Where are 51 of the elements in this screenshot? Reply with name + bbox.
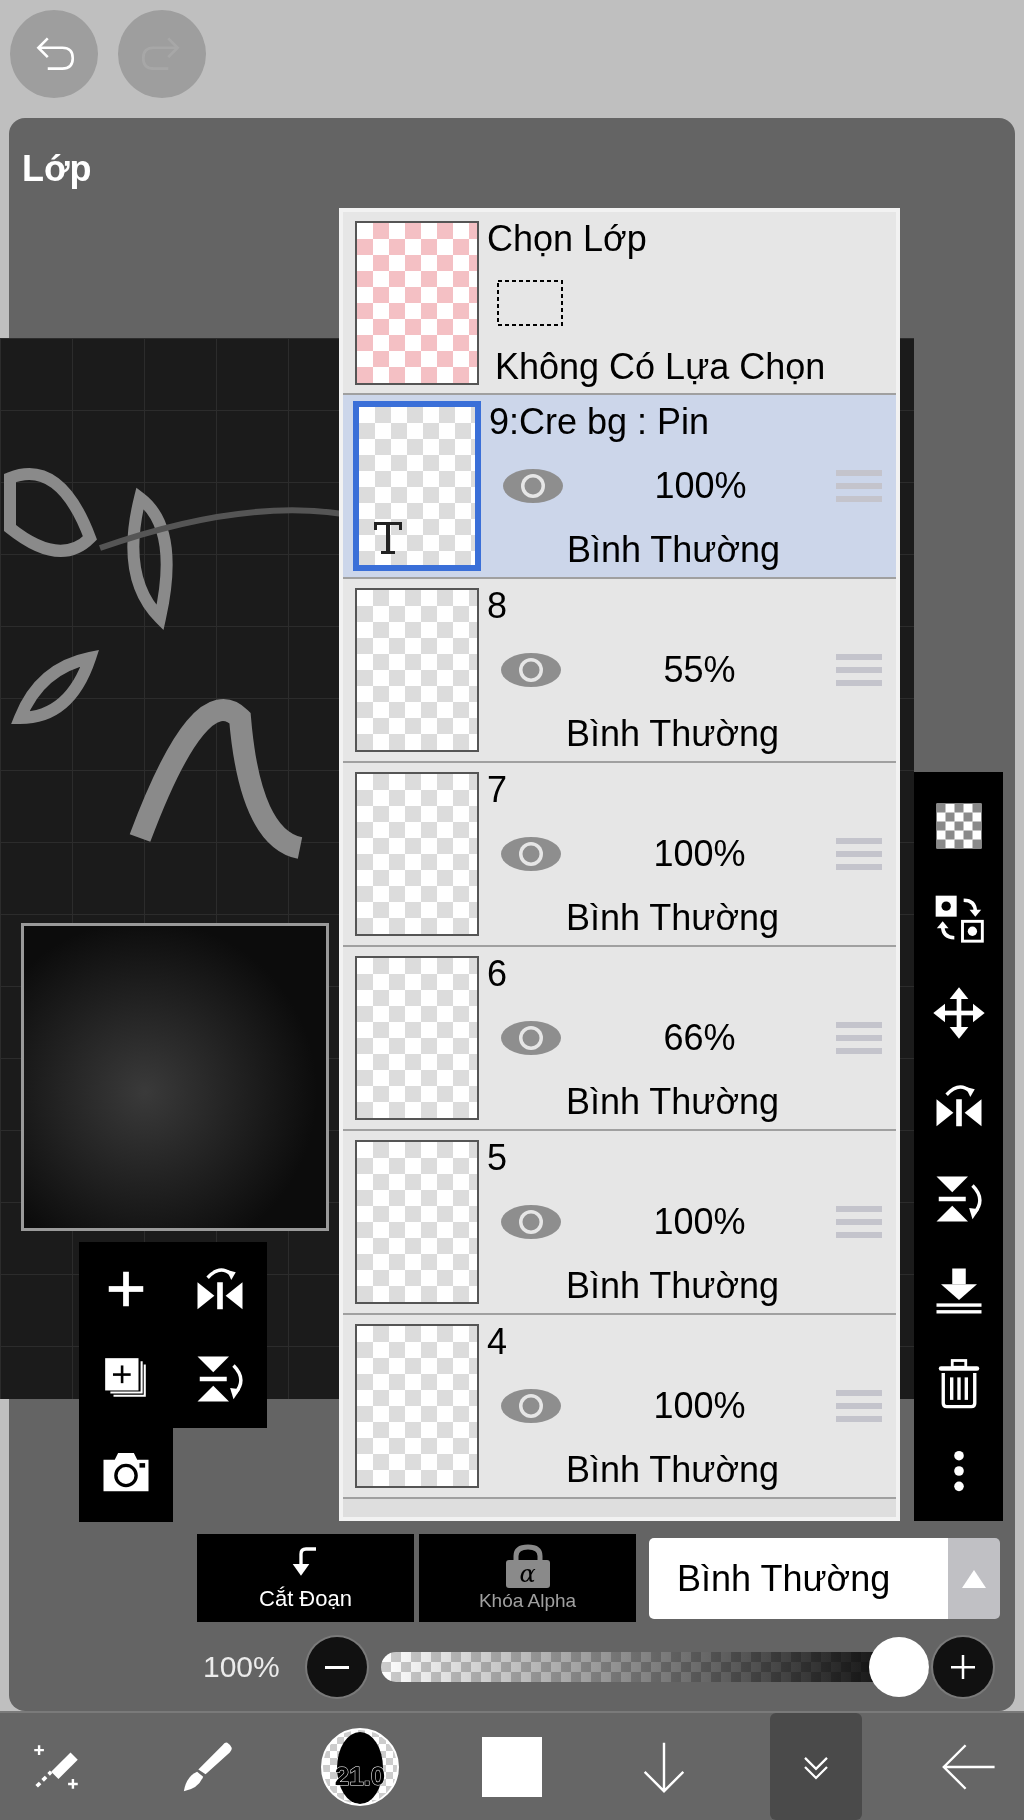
layer-row[interactable]: 9:Cre bg : Pin 100% Bình Thường [343,395,896,579]
layer-name: Chọn Lớp [487,217,647,260]
minus-icon [325,1665,349,1669]
blend-mode-label: Bình Thường [565,1265,780,1307]
layer-row[interactable]: 8 55% Bình Thường [343,579,896,763]
layer-opacity: 55% [663,649,736,691]
eye-icon[interactable] [499,834,563,874]
blend-mode-label: Bình Thường [566,529,781,571]
eye-icon[interactable] [501,466,565,506]
blend-mode-label: Bình Thường [565,1449,780,1491]
drag-handle-icon[interactable] [836,1204,882,1240]
drag-handle-icon[interactable] [836,652,882,688]
eye-icon[interactable] [499,1202,563,1242]
selection-layer-row[interactable]: Chọn Lớp Không Có Lựa Chọn [343,212,896,395]
plus-icon [948,1652,978,1682]
selection-status: Không Có Lựa Chọn [495,345,826,388]
opacity-value: 100% [203,1650,281,1684]
triangle-up-icon [962,1569,986,1588]
panel-title: Lớp [22,148,92,190]
layer-opacity: 66% [663,1017,736,1059]
layer-row[interactable]: 5 100% Bình Thường [343,1131,896,1315]
layer-name: 4 [487,1321,508,1363]
eye-icon[interactable] [499,1386,563,1426]
layer-name: 8 [487,585,508,627]
blend-mode-label: Bình Thường [565,1081,780,1123]
drag-handle-icon[interactable] [836,836,882,872]
layer-name: 6 [487,953,508,995]
minus-button[interactable] [307,1637,367,1697]
blend-mode-label: Bình Thường [565,897,780,939]
eye-icon[interactable] [499,1018,563,1058]
drag-handle-icon[interactable] [836,468,882,504]
layer-opacity: 100% [653,1201,746,1243]
layer-row[interactable]: 6 66% Bình Thường [343,947,896,1131]
text-layer-icon [373,521,403,555]
layer-name: 5 [487,1137,508,1179]
slider-thumb[interactable] [869,1637,929,1697]
layer-row[interactable]: 7 100% Bình Thường [343,763,896,947]
layer-opacity: 100% [653,1385,746,1427]
layer-name: 7 [487,769,508,811]
drag-handle-icon[interactable] [836,1020,882,1056]
layer-opacity: 100% [653,833,746,875]
selection-marquee-icon [497,279,563,326]
eye-icon[interactable] [499,650,563,690]
layer-row[interactable]: 4 100% Bình Thường [343,1315,896,1499]
layer-opacity: 100% [654,465,747,507]
drag-handle-icon[interactable] [836,1388,882,1424]
plus-button[interactable] [933,1637,993,1697]
layer-name: 9:Cre bg : Pin [489,401,710,443]
blend-mode-label: Bình Thường [565,713,780,755]
clipping-button[interactable]: Cắt Đoạn [197,1534,414,1622]
opacity-slider[interactable] [381,1637,929,1697]
